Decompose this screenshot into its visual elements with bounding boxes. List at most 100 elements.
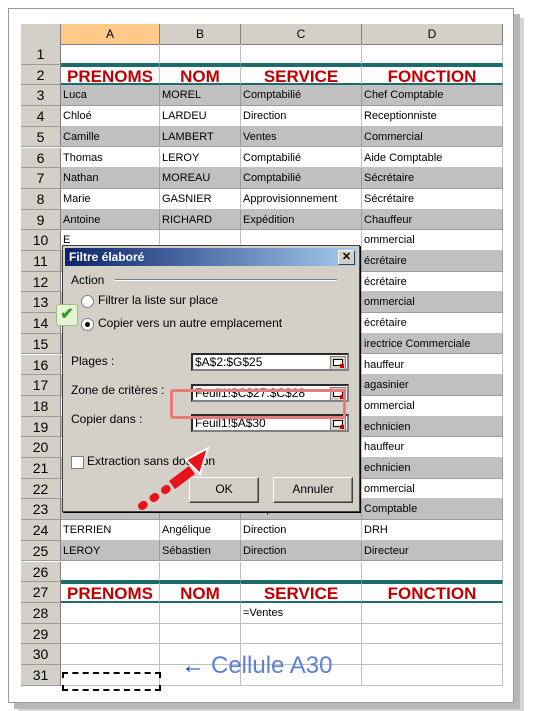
cell[interactable]: LEROY	[160, 147, 241, 169]
row-number[interactable]: 7	[21, 168, 61, 189]
range-picker-icon[interactable]	[330, 356, 346, 370]
cell[interactable]: Ventes	[241, 126, 362, 148]
cell[interactable]	[61, 561, 160, 583]
cell[interactable]	[61, 644, 160, 665]
cell[interactable]: Comptabilié	[241, 168, 362, 189]
cell[interactable]	[362, 623, 503, 645]
cell[interactable]: Direction	[241, 520, 362, 541]
cell[interactable]	[61, 602, 160, 624]
cell[interactable]: Comptable	[362, 499, 503, 521]
extraction-checkbox[interactable]	[71, 456, 84, 469]
row-number[interactable]: 16	[21, 354, 61, 376]
radio-copy-elsewhere-label[interactable]: Copier vers un autre emplacement	[98, 316, 282, 330]
cell[interactable]: ommercial	[362, 230, 503, 251]
cell-a30-selection[interactable]	[62, 672, 161, 691]
cell[interactable]	[61, 44, 160, 65]
select-all-corner[interactable]	[21, 24, 61, 44]
cell[interactable]: hauffeur	[362, 354, 503, 376]
row-number[interactable]: 15	[21, 333, 61, 355]
range-picker-icon[interactable]	[330, 417, 346, 431]
cell[interactable]: echnicien	[362, 416, 503, 438]
cell[interactable]: Sécrétaire	[362, 168, 503, 189]
cell[interactable]: Directeur	[362, 540, 503, 562]
cell[interactable]: écrétaire	[362, 251, 503, 272]
cell[interactable]: Angélique	[160, 520, 241, 541]
row-number[interactable]: 12	[21, 271, 61, 293]
cell[interactable]: PRENOMS	[61, 582, 160, 603]
cell[interactable]	[362, 602, 503, 624]
cell[interactable]: Direction	[241, 106, 362, 127]
row-number[interactable]: 6	[21, 147, 61, 169]
cell[interactable]: echnicien	[362, 458, 503, 479]
cell[interactable]: FONCTION	[362, 582, 503, 603]
cell[interactable]: ommercial	[362, 292, 503, 314]
cell[interactable]: Sécrétaire	[362, 188, 503, 210]
row-number[interactable]: 22	[21, 478, 61, 500]
row-number[interactable]: 10	[21, 230, 61, 251]
cell[interactable]: LAMBERT	[160, 126, 241, 148]
cell[interactable]: agasinier	[362, 375, 503, 396]
cell[interactable]: Antoine	[61, 209, 160, 231]
cell[interactable]: Expédition	[241, 209, 362, 231]
cell[interactable]: PRENOMS	[61, 64, 160, 86]
radio-copy-elsewhere[interactable]	[81, 318, 94, 331]
cell[interactable]: ommercial	[362, 395, 503, 417]
row-number[interactable]: 13	[21, 292, 61, 314]
cell[interactable]: =Ventes	[241, 602, 362, 624]
column-header-c[interactable]: C	[241, 24, 362, 44]
cell[interactable]: SERVICE	[241, 64, 362, 86]
cell[interactable]	[241, 561, 362, 583]
row-number[interactable]: 18	[21, 395, 61, 417]
row-number[interactable]: 9	[21, 209, 61, 231]
row-number[interactable]: 29	[21, 623, 61, 645]
radio-filter-in-place-label[interactable]: Filtrer la liste sur place	[98, 293, 218, 307]
cell[interactable]: Chauffeur	[362, 209, 503, 231]
cell[interactable]: FONCTION	[362, 64, 503, 86]
dialog-title-bar[interactable]: Filtre élaboré ✕	[65, 248, 357, 266]
row-number[interactable]: 26	[21, 561, 61, 583]
cell[interactable]: Thomas	[61, 147, 160, 169]
cell[interactable]: Approvisionnement	[241, 188, 362, 210]
cell[interactable]: Nathan	[61, 168, 160, 189]
row-number[interactable]: 8	[21, 188, 61, 210]
cell[interactable]: MOREAU	[160, 168, 241, 189]
cell[interactable]: Comptabilié	[241, 85, 362, 107]
cancel-button[interactable]: Annuler	[273, 477, 353, 503]
cell[interactable]	[160, 602, 241, 624]
cell[interactable]: Receptionniste	[362, 106, 503, 127]
cell[interactable]: Sébastien	[160, 540, 241, 562]
cell[interactable]	[362, 561, 503, 583]
row-number[interactable]: 30	[21, 644, 61, 665]
row-number[interactable]: 19	[21, 416, 61, 438]
cell[interactable]: Chef Comptable	[362, 85, 503, 107]
row-number[interactable]: 24	[21, 520, 61, 541]
row-number[interactable]: 11	[21, 251, 61, 272]
row-number[interactable]: 14	[21, 313, 61, 334]
row-number[interactable]: 27	[21, 582, 61, 603]
cell[interactable]	[160, 623, 241, 645]
cell[interactable]	[241, 44, 362, 65]
cell[interactable]: NOM	[160, 64, 241, 86]
cell[interactable]: GASNIER	[160, 188, 241, 210]
row-number[interactable]: 23	[21, 499, 61, 521]
cell[interactable]: Camille	[61, 126, 160, 148]
cell[interactable]: Luca	[61, 85, 160, 107]
cell[interactable]: DRH	[362, 520, 503, 541]
cell[interactable]	[160, 44, 241, 65]
plages-field[interactable]: $A$2:$G$25	[191, 353, 349, 371]
radio-filter-in-place[interactable]	[81, 295, 94, 308]
cell[interactable]: RICHARD	[160, 209, 241, 231]
cell[interactable]: Commercial	[362, 126, 503, 148]
cell[interactable]: TERRIEN	[61, 520, 160, 541]
cell[interactable]: ommercial	[362, 478, 503, 500]
row-number[interactable]: 3	[21, 85, 61, 107]
cell[interactable]: écrétaire	[362, 271, 503, 293]
cell[interactable]: hauffeur	[362, 437, 503, 458]
row-number[interactable]: 17	[21, 375, 61, 396]
cell[interactable]	[61, 623, 160, 645]
cell[interactable]: LARDEU	[160, 106, 241, 127]
cell[interactable]: Aide Comptable	[362, 147, 503, 169]
cell[interactable]: SERVICE	[241, 582, 362, 603]
row-number[interactable]: 25	[21, 540, 61, 562]
cell[interactable]	[362, 644, 503, 665]
